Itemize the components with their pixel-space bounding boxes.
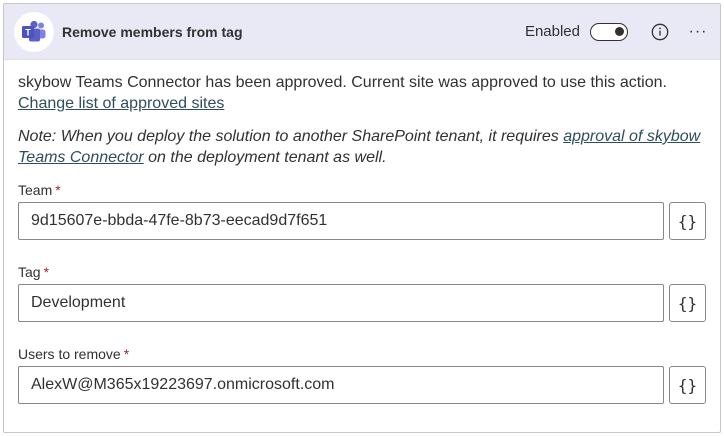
action-body: skybow Teams Connector has been approved… xyxy=(4,60,720,404)
users-expression-button[interactable]: {} xyxy=(669,366,706,404)
users-field-row: {} xyxy=(18,366,706,404)
approval-text: skybow Teams Connector has been approved… xyxy=(18,74,667,91)
required-marker: * xyxy=(43,264,50,280)
team-field-label: Team * xyxy=(18,181,706,199)
enabled-toggle[interactable] xyxy=(590,22,628,41)
note-suffix: on the deployment tenant as well. xyxy=(148,149,387,166)
team-expression-button[interactable]: {} xyxy=(669,202,706,240)
braces-icon: {} xyxy=(677,375,698,395)
action-header: T Remove members from tag Enabled ··· xyxy=(4,4,720,60)
more-options-button[interactable]: ··· xyxy=(686,20,710,44)
action-card: T Remove members from tag Enabled ··· sk… xyxy=(3,3,721,433)
info-button[interactable] xyxy=(648,20,672,44)
tag-field-label: Tag * xyxy=(18,263,706,281)
enabled-label: Enabled xyxy=(524,23,580,40)
users-field-label: Users to remove * xyxy=(18,345,706,363)
microsoft-teams-icon: T xyxy=(14,11,54,52)
approval-message: skybow Teams Connector has been approved… xyxy=(18,72,706,114)
tag-input[interactable] xyxy=(18,284,664,322)
braces-icon: {} xyxy=(677,293,698,313)
action-title: Remove members from tag xyxy=(62,23,243,40)
tag-expression-button[interactable]: {} xyxy=(669,284,706,322)
required-marker: * xyxy=(55,182,61,198)
svg-text:T: T xyxy=(25,27,31,37)
deployment-note: Note: When you deploy the solution to an… xyxy=(18,126,706,168)
tag-label: Tag xyxy=(18,264,41,280)
more-ellipsis-icon: ··· xyxy=(688,22,708,40)
users-label: Users to remove xyxy=(18,346,121,362)
required-marker: * xyxy=(123,346,130,362)
team-label: Team xyxy=(18,182,53,198)
info-icon xyxy=(651,23,669,40)
toggle-knob xyxy=(615,26,624,36)
braces-icon: {} xyxy=(677,211,698,231)
team-input[interactable] xyxy=(18,202,664,240)
users-input[interactable] xyxy=(18,366,664,404)
note-prefix: Note: When you deploy the solution to an… xyxy=(18,128,559,145)
tag-field-row: {} xyxy=(18,284,706,322)
change-approved-sites-link[interactable]: Change list of approved sites xyxy=(18,95,224,112)
team-field-row: {} xyxy=(18,202,706,240)
